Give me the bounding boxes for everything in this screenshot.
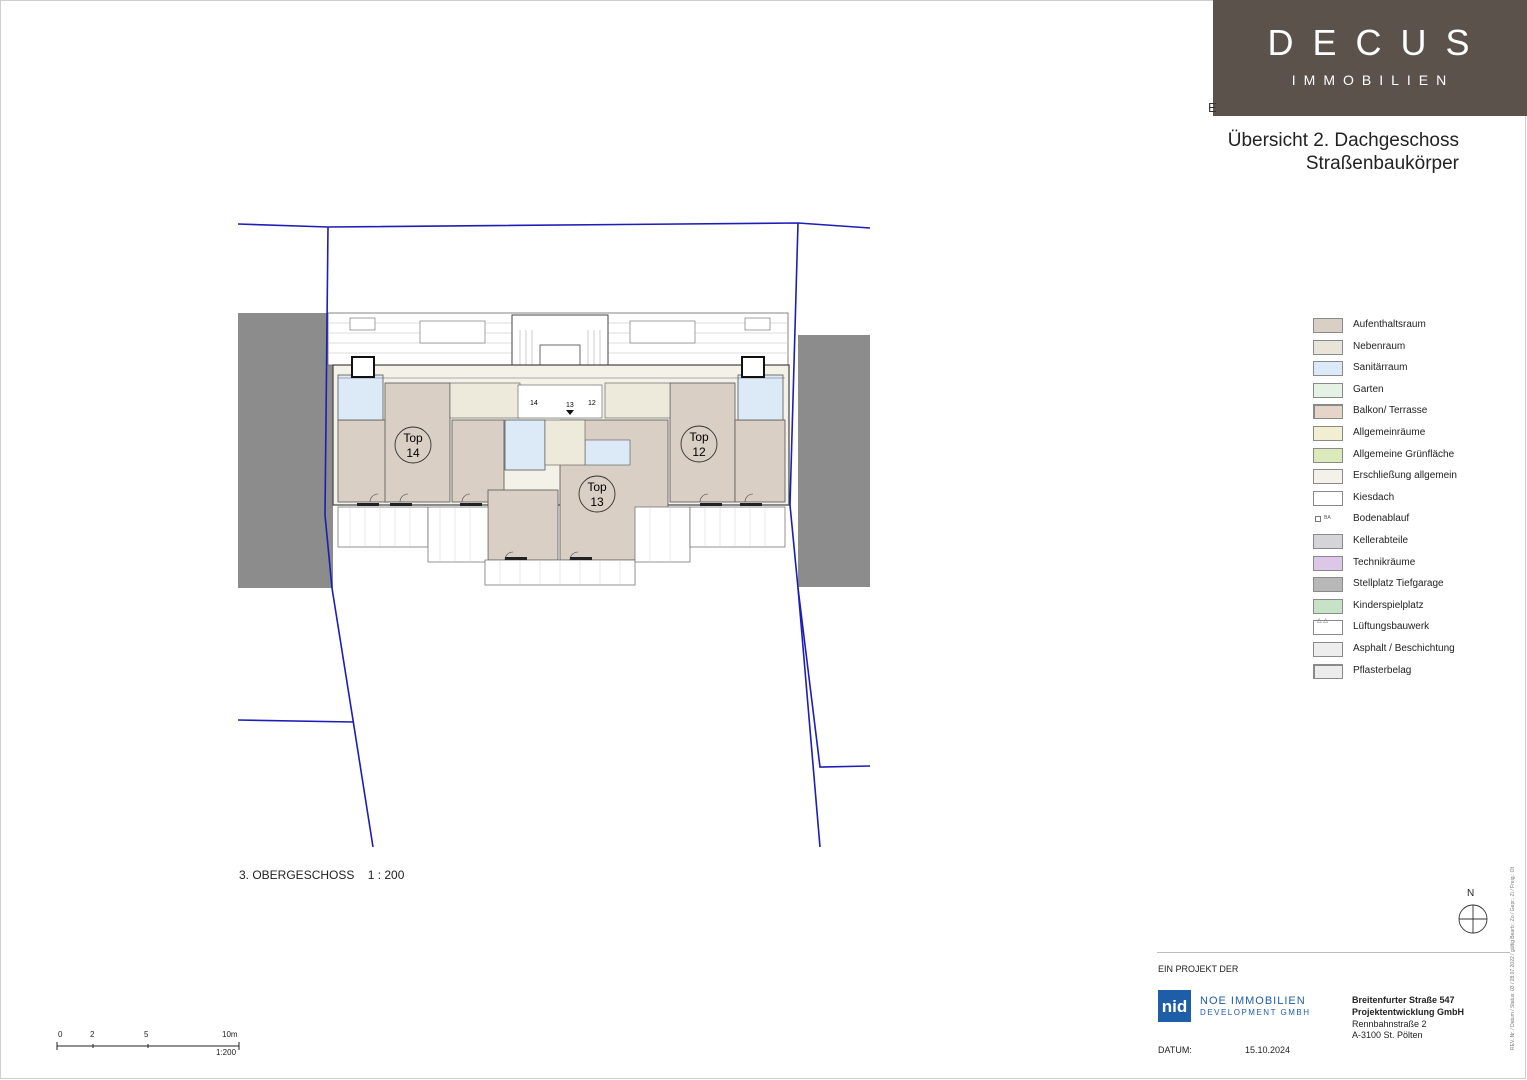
legend-item: Sanitärraum [1313, 361, 1527, 377]
legend-item: Nebenraum [1313, 339, 1527, 356]
unit-top-12-line1: Top [689, 430, 709, 444]
legend-item: △ △ Lüftungsbauwerk [1313, 618, 1527, 636]
legend-swatch [1313, 469, 1343, 485]
floor-drain-icon [1315, 516, 1321, 523]
floor-drain-mark: BA [1324, 515, 1331, 522]
client-line-3: Rennbahnstraße 2 [1352, 1019, 1427, 1029]
stair-label-13: 13 [566, 402, 574, 409]
legend-item: Allgemeine Grünfläche [1313, 447, 1527, 464]
legend-label: Lüftungsbauwerk [1353, 621, 1430, 633]
legend-swatch [1313, 361, 1343, 377]
scale-tick-10: 10m [222, 1030, 238, 1039]
legend-label: Bodenablauf [1353, 513, 1410, 525]
unit-top-14-line2: 14 [406, 446, 420, 460]
scale-tick-2: 2 [90, 1030, 95, 1039]
ventilation-icon: △ △ [1317, 618, 1328, 625]
legend-label: Nebenraum [1353, 340, 1406, 352]
client-line-4: A-3100 St. Pölten [1352, 1030, 1423, 1040]
legend-label: Aufenthaltsraum [1353, 319, 1426, 330]
legend-label: Allgemeine Grünfläche [1353, 448, 1455, 460]
legend-item: Erschließung allgemein [1313, 469, 1527, 485]
legend-item: Aufenthaltsraum [1313, 318, 1527, 334]
legend-swatch [1313, 404, 1343, 420]
unit-top-14-line1: Top [403, 431, 423, 445]
page-title: Übersicht 2. Dachgeschoss [1227, 130, 1459, 151]
legend-swatch [1313, 382, 1343, 398]
floor-plan: Top 14 Top 13 Top 12 14 13 12 [237, 222, 871, 848]
legend-label: Pflasterbelag [1353, 664, 1412, 676]
legend-swatch [1313, 426, 1343, 441]
neighbor-building-right [798, 335, 870, 587]
client-line-2: Projektentwicklung GmbH [1352, 1007, 1465, 1017]
scale-tick-5: 5 [144, 1030, 149, 1039]
date-label: DATUM: [1158, 1045, 1192, 1055]
plan-caption: 3. OBERGESCHOSS 1 : 200 [239, 868, 405, 882]
legend-label: Erschließung allgemein [1353, 470, 1457, 482]
legend-label: Garten [1353, 383, 1384, 395]
legend-item: Garten [1313, 382, 1527, 399]
legend-swatch [1313, 534, 1343, 549]
legend-swatch [1313, 555, 1343, 571]
decus-logo: DECUS IMMOBILIEN [1213, 0, 1527, 116]
legend-swatch [1313, 318, 1343, 333]
legend-item: Kinderspielplatz [1313, 598, 1527, 615]
north-arrow-icon [1458, 904, 1488, 934]
legend-label: Balkon/ Terrasse [1353, 405, 1428, 417]
nid-logo: nid [1158, 990, 1191, 1022]
legend-label: Kiesdach [1353, 491, 1395, 503]
legend-item: Pflasterbelag [1313, 663, 1527, 680]
legend-swatch [1313, 339, 1343, 355]
logo-name: DECUS [1267, 22, 1489, 63]
legend-label: Asphalt / Beschichtung [1353, 643, 1455, 654]
date-value: 15.10.2024 [1245, 1045, 1291, 1055]
legend-label: Allgemeinräume [1353, 427, 1426, 438]
developer-subtitle: DEVELOPMENT GMBH [1200, 1008, 1311, 1017]
legend-swatch [1313, 490, 1343, 506]
legend-item: Kiesdach [1313, 490, 1527, 507]
title-fragment: E [1208, 100, 1217, 115]
legend-swatch [1313, 598, 1343, 614]
project-label: EIN PROJEKT DER [1158, 964, 1239, 974]
neighbor-building-left [238, 313, 333, 588]
stair-label-14: 14 [530, 400, 538, 407]
legend-item: Balkon/ Terrasse [1313, 404, 1527, 420]
north-label: N [1467, 888, 1475, 899]
footer-divider [1157, 952, 1510, 953]
legend-item: Allgemeinräume [1313, 426, 1527, 442]
legend-swatch [1313, 642, 1343, 657]
unit-top-12-line2: 12 [692, 445, 706, 459]
client-line-1: Breitenfurter Straße 547 [1352, 995, 1455, 1005]
legend-swatch [1313, 447, 1343, 463]
revision-info: REV. Nr. / Datum / Status: 03 / 28.07.20… [1510, 867, 1516, 1050]
unit-top-13-line1: Top [587, 480, 607, 494]
scale-ratio: 1:200 [216, 1048, 237, 1057]
developer-name: NOE IMMOBILIEN [1200, 995, 1306, 1007]
logo-subtitle: IMMOBILIEN [1291, 72, 1455, 88]
legend-item: Asphalt / Beschichtung [1313, 642, 1527, 658]
legend-label: Sanitärraum [1353, 362, 1408, 374]
legend-label: Stellplatz Tiefgarage [1353, 578, 1444, 590]
stair-label-12: 12 [588, 400, 596, 407]
legend-label: Kellerabteile [1353, 535, 1409, 546]
legend-swatch [1313, 663, 1343, 679]
scale-tick-0: 0 [58, 1030, 63, 1039]
legend-label: Kinderspielplatz [1353, 599, 1424, 611]
legend-swatch [1313, 577, 1343, 593]
legend-item: Stellplatz Tiefgarage [1313, 577, 1527, 593]
legend-item: Kellerabteile [1313, 534, 1527, 550]
legend-label: Technikräume [1353, 556, 1416, 568]
unit-top-13-line2: 13 [590, 495, 604, 509]
page-subtitle: Straßenbaukörper [1305, 153, 1459, 174]
legend-item: Technikräume [1313, 555, 1527, 572]
legend-item: BA Bodenablauf [1313, 512, 1527, 528]
